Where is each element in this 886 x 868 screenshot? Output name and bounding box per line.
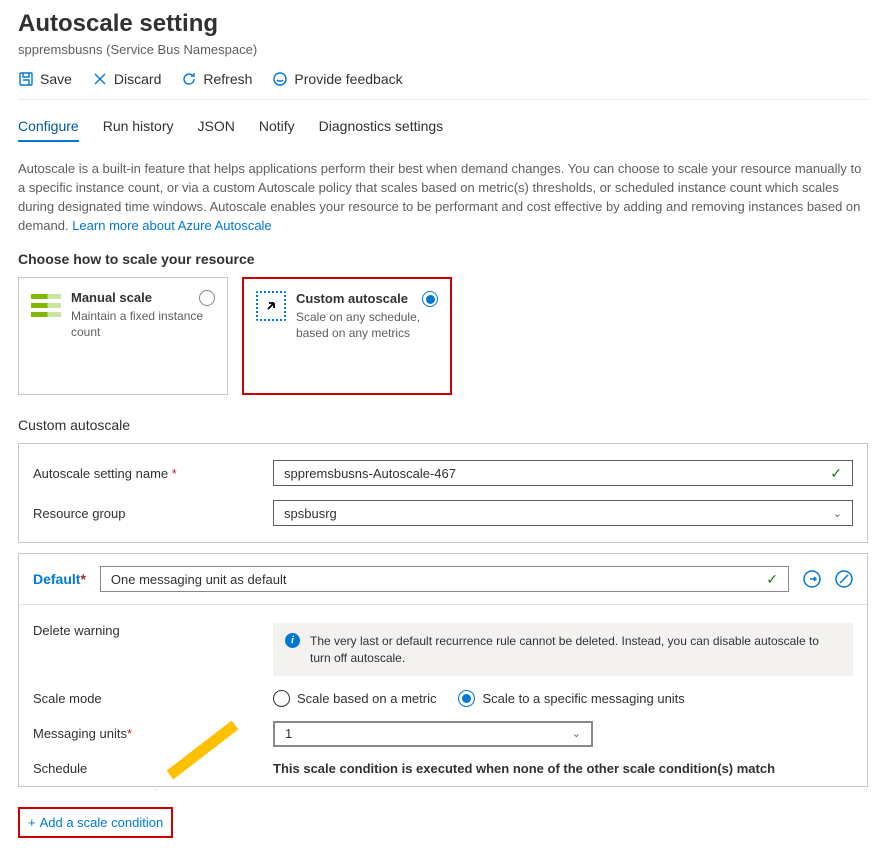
page-title: Autoscale setting <box>18 10 868 38</box>
resource-group-value: spsbusrg <box>284 506 337 521</box>
feedback-icon <box>272 71 288 87</box>
delete-warning-label: Delete warning <box>33 623 273 638</box>
expand-icon[interactable] <box>803 570 821 588</box>
tab-configure[interactable]: Configure <box>18 118 79 142</box>
resource-group-label: Resource group <box>33 506 273 521</box>
card-custom-sub: Scale on any schedule, based on any metr… <box>296 310 438 341</box>
feedback-button[interactable]: Provide feedback <box>272 71 402 87</box>
tab-notify[interactable]: Notify <box>259 118 295 142</box>
save-label: Save <box>40 71 72 87</box>
check-icon: ✓ <box>766 571 778 588</box>
setting-name-label: Autoscale setting name * <box>33 466 273 481</box>
messaging-units-value: 1 <box>285 726 292 741</box>
schedule-label: Schedule <box>33 761 273 776</box>
schedule-text: This scale condition is executed when no… <box>273 761 775 776</box>
default-label: Default* <box>33 571 86 587</box>
discard-button[interactable]: Discard <box>92 71 161 87</box>
tabs: Configure Run history JSON Notify Diagno… <box>18 118 868 142</box>
save-button[interactable]: Save <box>18 71 72 87</box>
manual-scale-icon <box>31 290 61 320</box>
save-icon <box>18 71 34 87</box>
chevron-down-icon: ⌄ <box>833 507 842 520</box>
delete-warning-text: The very last or default recurrence rule… <box>310 633 841 665</box>
radio-selected-icon <box>458 690 475 707</box>
custom-autoscale-label: Custom autoscale <box>18 417 868 433</box>
discard-label: Discard <box>114 71 161 87</box>
card-manual-scale[interactable]: Manual scale Maintain a fixed instance c… <box>18 277 228 395</box>
choose-title: Choose how to scale your resource <box>18 251 868 267</box>
discard-icon <box>92 71 108 87</box>
info-icon: i <box>285 633 300 648</box>
tab-json[interactable]: JSON <box>198 118 235 142</box>
learn-more-link[interactable]: Learn more about Azure Autoscale <box>72 218 271 233</box>
scale-mode-metric[interactable]: Scale based on a metric <box>273 690 436 707</box>
toolbar: Save Discard Refresh Provide feedback <box>18 71 868 100</box>
add-scale-condition-link[interactable]: + Add a scale condition <box>18 807 173 838</box>
scale-mode-specific-label: Scale to a specific messaging units <box>482 691 684 706</box>
refresh-label: Refresh <box>203 71 252 87</box>
settings-panel: Autoscale setting name * sppremsbusns-Au… <box>18 443 868 543</box>
default-name-value: One messaging unit as default <box>111 572 287 587</box>
card-manual-sub: Maintain a fixed instance count <box>71 309 215 340</box>
description-text: Autoscale is a built-in feature that hel… <box>18 160 868 235</box>
card-custom-title: Custom autoscale <box>296 291 438 306</box>
add-scale-condition-label: Add a scale condition <box>40 815 164 830</box>
default-condition-panel: Default* One messaging unit as default ✓… <box>18 553 868 786</box>
scale-mode-label: Scale mode <box>33 691 273 706</box>
messaging-units-select[interactable]: 1 ⌄ <box>273 721 593 747</box>
plus-icon: + <box>28 815 36 830</box>
refresh-icon <box>181 71 197 87</box>
page-subtitle: sppremsbusns (Service Bus Namespace) <box>18 42 868 57</box>
resource-group-select[interactable]: spsbusrg ⌄ <box>273 500 853 526</box>
check-icon: ✓ <box>830 465 842 482</box>
custom-autoscale-icon <box>256 291 286 321</box>
setting-name-value: sppremsbusns-Autoscale-467 <box>284 466 456 481</box>
card-manual-title: Manual scale <box>71 290 215 305</box>
radio-unselected-icon <box>273 690 290 707</box>
chevron-down-icon: ⌄ <box>572 727 581 740</box>
delete-warning-banner: i The very last or default recurrence ru… <box>273 623 853 675</box>
scale-mode-metric-label: Scale based on a metric <box>297 691 436 706</box>
card-custom-autoscale[interactable]: Custom autoscale Scale on any schedule, … <box>242 277 452 395</box>
delete-icon[interactable] <box>835 570 853 588</box>
tab-run-history[interactable]: Run history <box>103 118 174 142</box>
messaging-units-label: Messaging units* <box>33 726 273 741</box>
default-name-input[interactable]: One messaging unit as default ✓ <box>100 566 789 592</box>
scale-mode-specific[interactable]: Scale to a specific messaging units <box>458 690 684 707</box>
tab-diagnostics[interactable]: Diagnostics settings <box>319 118 444 142</box>
feedback-label: Provide feedback <box>294 71 402 87</box>
refresh-button[interactable]: Refresh <box>181 71 252 87</box>
scale-mode-group: Scale based on a metric Scale to a speci… <box>273 690 685 707</box>
scale-option-cards: Manual scale Maintain a fixed instance c… <box>18 277 868 395</box>
setting-name-input[interactable]: sppremsbusns-Autoscale-467 ✓ <box>273 460 853 486</box>
